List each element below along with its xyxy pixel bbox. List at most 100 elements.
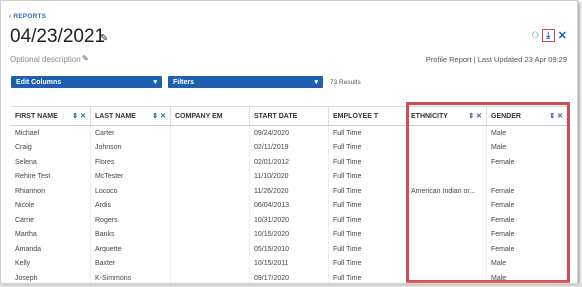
table-cell: 11/26/2020 xyxy=(250,184,329,199)
table-row[interactable]: Selena Flores 02/01/2012 Full Time Female xyxy=(11,155,571,170)
sort-icon[interactable]: ⇕ ✕ xyxy=(549,112,563,120)
column-label: GENDER xyxy=(491,112,521,120)
filters-dropdown[interactable]: Filters ▾ xyxy=(168,76,323,88)
sort-icon[interactable]: ⇕ ✕ xyxy=(72,112,86,120)
table-cell xyxy=(171,242,250,257)
table-cell xyxy=(407,256,487,271)
table-row[interactable]: Rehire Test McTester 11/10/2020 Full Time xyxy=(11,169,571,184)
table-cell: Banks xyxy=(91,227,171,242)
toolbar: Edit Columns ▾ Filters ▾ 73 Results xyxy=(11,76,361,88)
table-cell xyxy=(407,155,487,170)
table-cell: 02/01/2012 xyxy=(250,155,329,170)
table-cell xyxy=(171,140,250,155)
table-cell: Nicole xyxy=(11,198,91,213)
chevron-down-icon: ▾ xyxy=(153,79,157,86)
table-cell xyxy=(171,227,250,242)
results-count: 73 Results xyxy=(330,78,361,86)
table-cell: Female xyxy=(491,202,515,210)
table-cell: Arquette xyxy=(91,242,171,257)
remove-column-icon[interactable]: ✕ xyxy=(476,113,482,120)
table-cell: Martha xyxy=(11,227,91,242)
table-cell: Michael xyxy=(11,126,91,141)
report-window: ‹ REPORTS 04/23/2021 ✎ Optional descript… xyxy=(0,0,578,284)
column-header-company-email[interactable]: COMPANY EM xyxy=(171,107,250,125)
filters-label: Filters xyxy=(173,78,195,86)
table-cell: Full Time xyxy=(329,256,407,271)
header-actions: ⭘ ⤓ ✕ xyxy=(532,29,567,42)
remove-column-icon[interactable]: ✕ xyxy=(160,113,166,120)
report-meta: Profile Report | Last Updated 23 Apr 09:… xyxy=(425,55,567,64)
table-cell: Male xyxy=(491,129,507,137)
table-cell: Full Time xyxy=(329,126,407,141)
table-cell: Full Time xyxy=(329,198,407,213)
back-to-reports-link[interactable]: ‹ REPORTS xyxy=(9,13,46,20)
column-header-first-name[interactable]: FIRST NAME ⇕ ✕ xyxy=(11,107,91,125)
edit-title-pencil-icon[interactable]: ✎ xyxy=(100,33,108,44)
table-row[interactable]: Rhiannon Lococo 11/26/2020 Full Time America… xyxy=(11,184,571,199)
edit-description-pencil-icon[interactable]: ✎ xyxy=(82,54,89,63)
column-header-gender[interactable]: GENDER ⇕ ✕ xyxy=(487,107,567,125)
refresh-icon[interactable]: ⭘ xyxy=(532,30,539,41)
edit-columns-dropdown[interactable]: Edit Columns ▾ xyxy=(11,76,162,88)
table-cell: McTester xyxy=(91,169,171,184)
table-cell xyxy=(407,140,487,155)
table-row[interactable]: Carrie Rogers 10/31/2020 Full Time Female xyxy=(11,213,571,228)
chevron-down-icon: ▾ xyxy=(314,79,318,86)
table-cell: Rhiannon xyxy=(11,184,91,199)
table-cell: 10/15/2020 xyxy=(250,227,329,242)
remove-column-icon[interactable]: ✕ xyxy=(80,113,86,120)
table-cell: 10/31/2020 xyxy=(250,213,329,228)
table-cell: Full Time xyxy=(329,155,407,170)
table-cell xyxy=(407,227,487,242)
table-cell: Female xyxy=(491,231,515,239)
table-cell: Rehire Test xyxy=(11,169,91,184)
column-header-ethnicity[interactable]: ETHNICITY ⇕ ✕ xyxy=(407,107,487,125)
table-row[interactable]: Martha Banks 10/15/2020 Full Time Female xyxy=(11,227,571,242)
sort-icon[interactable]: ⇕ ✕ xyxy=(468,112,482,120)
table-cell xyxy=(171,256,250,271)
column-header-employee-type[interactable]: EMPLOYEE T xyxy=(329,107,407,125)
bottom-shadow xyxy=(0,281,582,287)
download-icon[interactable]: ⤓ xyxy=(541,29,555,42)
table-cell: Kelly xyxy=(11,256,91,271)
table-cell: Craig xyxy=(11,140,91,155)
column-label: FIRST NAME xyxy=(15,112,58,120)
table-row[interactable]: Kelly Baxter 10/15/2011 Full Time Male xyxy=(11,256,571,271)
edit-columns-label: Edit Columns xyxy=(16,78,62,86)
table-row[interactable]: Craig Johnson 02/11/2019 Full Time Male xyxy=(11,140,571,155)
table-cell xyxy=(171,126,250,141)
table-cell: 10/15/2011 xyxy=(250,256,329,271)
column-header-start-date[interactable]: START DATE xyxy=(250,107,329,125)
table-body: Michael Carter 09/24/2020 Full Time Male Crai… xyxy=(11,126,571,283)
table-cell xyxy=(171,213,250,228)
table-row[interactable]: Michael Carter 09/24/2020 Full Time Male xyxy=(11,126,571,141)
table-cell: 09/24/2020 xyxy=(250,126,329,141)
table-cell xyxy=(407,213,487,228)
column-label: START DATE xyxy=(254,112,298,120)
table-cell: Male xyxy=(491,144,507,152)
table-cell: Full Time xyxy=(329,227,407,242)
table-cell: 02/11/2019 xyxy=(250,140,329,155)
table-cell: Female xyxy=(491,245,515,253)
column-label: ETHNICITY xyxy=(411,112,448,120)
table-cell: Flores xyxy=(91,155,171,170)
remove-column-icon[interactable]: ✕ xyxy=(557,113,563,120)
report-table: FIRST NAME ⇕ ✕ LAST NAME ⇕ ✕ COMPANY EM … xyxy=(11,106,571,283)
table-cell: Full Time xyxy=(329,242,407,257)
table-cell: Carrie xyxy=(11,213,91,228)
table-cell: Baxter xyxy=(91,256,171,271)
column-label: COMPANY EM xyxy=(175,112,223,120)
table-cell: Selena xyxy=(11,155,91,170)
table-cell xyxy=(171,155,250,170)
table-cell: Lococo xyxy=(91,184,171,199)
table-cell: Female xyxy=(491,158,515,166)
table-cell: Ardis xyxy=(91,198,171,213)
table-cell: Rogers xyxy=(91,213,171,228)
close-icon[interactable]: ✕ xyxy=(558,29,567,42)
column-label: EMPLOYEE T xyxy=(333,112,379,120)
sort-icon[interactable]: ⇕ ✕ xyxy=(152,112,166,120)
table-row[interactable]: Nicole Ardis 06/04/2013 Full Time Female xyxy=(11,198,571,213)
table-row[interactable]: Amanda Arquette 05/15/2010 Full Time Female xyxy=(11,242,571,257)
column-header-last-name[interactable]: LAST NAME ⇕ ✕ xyxy=(91,107,171,125)
table-cell xyxy=(407,242,487,257)
